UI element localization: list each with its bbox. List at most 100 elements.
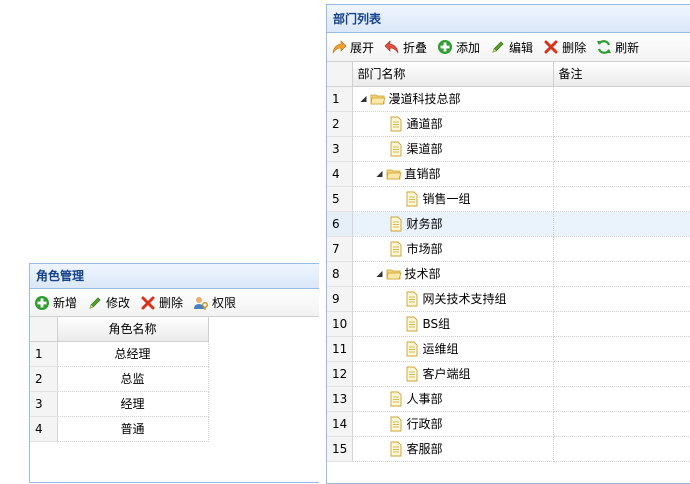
table-row[interactable]: 13 人事部 bbox=[327, 386, 690, 412]
file-icon bbox=[390, 416, 401, 431]
dept-name: 人事部 bbox=[406, 392, 443, 406]
expand-arrow-icon bbox=[332, 40, 347, 54]
row-number: 10 bbox=[327, 311, 353, 337]
role-name-header[interactable]: 角色名称 bbox=[57, 317, 209, 342]
remark-cell bbox=[553, 261, 690, 287]
dept-name: 渠道部 bbox=[406, 142, 443, 156]
row-number: 2 bbox=[30, 366, 58, 392]
add-icon bbox=[35, 295, 49, 310]
role-permission-button[interactable]: 权限 bbox=[193, 294, 236, 311]
row-number: 4 bbox=[327, 161, 353, 187]
row-number: 5 bbox=[327, 186, 353, 212]
folder-open-icon bbox=[386, 269, 402, 279]
dept-name: BS组 bbox=[422, 317, 451, 331]
dept-name: 网关技术支持组 bbox=[422, 292, 507, 306]
dept-name: 财务部 bbox=[406, 217, 443, 231]
dept-edit-label: 编辑 bbox=[509, 40, 534, 55]
dept-name-cell: 销售一组 bbox=[352, 186, 554, 212]
role-panel-title: 角色管理 bbox=[30, 264, 319, 289]
file-icon bbox=[390, 391, 401, 406]
row-number: 14 bbox=[327, 411, 353, 437]
table-row[interactable]: 4 ◢ 直销部 bbox=[327, 161, 690, 187]
table-row[interactable]: 14 行政部 bbox=[327, 411, 690, 437]
table-row[interactable]: 3 渠道部 bbox=[327, 136, 690, 162]
dept-name-cell: 人事部 bbox=[352, 386, 554, 412]
dept-add-button[interactable]: 添加 bbox=[437, 39, 480, 56]
dept-name: 客服部 bbox=[406, 442, 443, 456]
role-add-label: 新增 bbox=[53, 296, 78, 310]
collapse-button[interactable]: 折叠 bbox=[384, 39, 427, 56]
file-icon bbox=[390, 116, 401, 131]
remark-cell bbox=[553, 336, 690, 362]
table-row-selected[interactable]: 6 财务部 bbox=[327, 211, 690, 237]
row-number: 3 bbox=[327, 136, 353, 162]
role-add-button[interactable]: 新增 bbox=[34, 294, 77, 311]
table-row[interactable]: 4 普通 bbox=[30, 416, 209, 442]
row-number-header bbox=[327, 62, 353, 87]
table-row[interactable]: 10 BS组 bbox=[327, 311, 690, 337]
table-row[interactable]: 7 市场部 bbox=[327, 236, 690, 262]
remark-header[interactable]: 备注 bbox=[553, 62, 690, 87]
row-number: 11 bbox=[327, 336, 353, 362]
dept-name: 通道部 bbox=[406, 117, 443, 131]
table-row[interactable]: 8 ◢ 技术部 bbox=[327, 261, 690, 287]
dept-panel: 部门列表 展开 折叠 添加 编辑 删除 刷新 部门名称 备注 1 ◢ 漫道科技总… bbox=[326, 4, 690, 484]
file-icon bbox=[406, 316, 417, 331]
row-number: 6 bbox=[327, 211, 353, 237]
role-delete-button[interactable]: 删除 bbox=[140, 294, 183, 311]
remark-cell bbox=[553, 86, 690, 112]
table-row[interactable]: 11 运维组 bbox=[327, 336, 690, 362]
table-row[interactable]: 1 总经理 bbox=[30, 341, 209, 367]
table-row[interactable]: 9 网关技术支持组 bbox=[327, 286, 690, 312]
add-icon bbox=[438, 40, 453, 54]
folder-open-icon bbox=[370, 94, 386, 104]
folder-open-icon bbox=[386, 169, 402, 179]
dept-name-header[interactable]: 部门名称 bbox=[352, 62, 554, 87]
table-row[interactable]: 3 经理 bbox=[30, 391, 209, 417]
file-icon bbox=[390, 441, 401, 456]
remark-cell bbox=[553, 111, 690, 137]
dept-name: 漫道科技总部 bbox=[388, 92, 461, 106]
refresh-button[interactable]: 刷新 bbox=[596, 39, 639, 56]
row-number: 2 bbox=[327, 111, 353, 137]
delete-icon bbox=[141, 296, 155, 309]
refresh-label: 刷新 bbox=[615, 40, 640, 55]
table-row[interactable]: 15 客服部 bbox=[327, 436, 690, 462]
role-name: 普通 bbox=[57, 416, 209, 442]
file-icon bbox=[406, 341, 417, 356]
pencil-icon bbox=[89, 296, 101, 309]
table-row[interactable]: 2 通道部 bbox=[327, 111, 690, 137]
dept-toolbar: 展开 折叠 添加 编辑 删除 刷新 bbox=[327, 33, 690, 62]
dept-name: 行政部 bbox=[406, 417, 443, 431]
table-row[interactable]: 1 ◢ 漫道科技总部 bbox=[327, 86, 690, 112]
row-number-header bbox=[30, 317, 58, 342]
remark-cell bbox=[553, 386, 690, 412]
dept-name: 客户端组 bbox=[422, 367, 471, 381]
dept-add-label: 添加 bbox=[456, 40, 481, 55]
dept-edit-button[interactable]: 编辑 bbox=[490, 39, 533, 56]
collapse-label: 折叠 bbox=[403, 40, 428, 55]
role-toolbar: 新增 修改 删除 权限 bbox=[30, 289, 319, 317]
dept-name-cell: 客服部 bbox=[352, 436, 554, 462]
tree-collapse-toggle[interactable]: ◢ bbox=[374, 169, 386, 178]
dept-name-cell: ◢ 直销部 bbox=[352, 161, 554, 187]
table-row[interactable]: 5 销售一组 bbox=[327, 186, 690, 212]
remark-cell bbox=[553, 211, 690, 237]
dept-name-cell: 客户端组 bbox=[352, 361, 554, 387]
remark-cell bbox=[553, 186, 690, 212]
table-row[interactable]: 2 总监 bbox=[30, 366, 209, 392]
dept-table-header: 部门名称 备注 bbox=[327, 62, 690, 87]
dept-delete-button[interactable]: 删除 bbox=[543, 39, 586, 56]
dept-name-cell: 市场部 bbox=[352, 236, 554, 262]
tree-collapse-toggle[interactable]: ◢ bbox=[374, 269, 386, 278]
dept-name-cell: 行政部 bbox=[352, 411, 554, 437]
row-number: 9 bbox=[327, 286, 353, 312]
role-edit-button[interactable]: 修改 bbox=[87, 294, 130, 311]
role-table-header: 角色名称 bbox=[30, 317, 209, 342]
remark-cell bbox=[553, 311, 690, 337]
tree-collapse-toggle[interactable]: ◢ bbox=[358, 94, 370, 103]
table-row[interactable]: 12 客户端组 bbox=[327, 361, 690, 387]
dept-name-cell: BS组 bbox=[352, 311, 554, 337]
expand-button[interactable]: 展开 bbox=[331, 39, 374, 56]
dept-delete-label: 删除 bbox=[562, 40, 587, 55]
